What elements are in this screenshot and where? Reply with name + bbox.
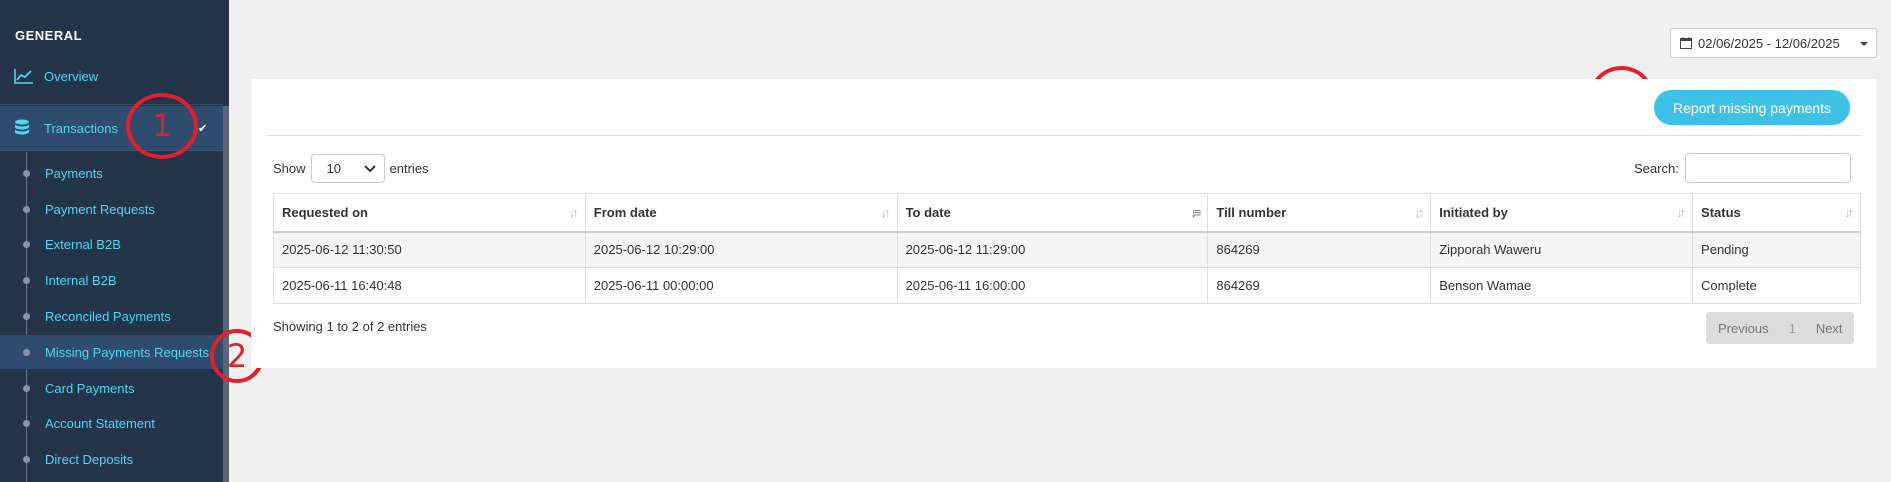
cell-initiated-by: Zipporah Waweru [1430,231,1694,268]
sort-icon: ↓↑ [880,205,891,220]
cell-from-date: 2025-06-12 10:29:00 [584,231,898,268]
search-input[interactable] [1684,153,1851,183]
caret-down-icon [1860,42,1868,46]
panel-divider [267,135,1861,136]
sidebar-item-label: Missing Payments Requests [45,344,210,360]
cell-requested-on: 2025-06-11 16:40:48 [273,267,586,304]
column-header-to-date[interactable]: To date ↓≡ [896,193,1209,233]
bullet-icon [23,349,30,356]
bullet-icon [23,313,30,320]
sidebar-scrollbar[interactable] [223,106,229,482]
bullet-icon [23,170,30,177]
search-control: Search: [1634,153,1851,183]
sidebar-item-direct-deposits[interactable]: Direct Deposits [0,442,223,476]
bullet-icon [23,420,30,427]
sort-icon: ↓↑ [1844,205,1854,220]
column-label: To date [905,204,951,220]
table-info: Showing 1 to 2 of 2 entries [273,319,427,334]
bullet-icon [23,456,30,463]
sidebar-item-external-b2b[interactable]: External B2B [0,227,223,261]
bullet-icon [23,385,30,392]
sidebar-item-label: Reconciled Payments [45,308,171,324]
column-header-from-date[interactable]: From date ↓↑ [584,193,898,233]
table-header-row: Requested on ↓↑ From date ↓↑ To date ↓≡ Til… [273,193,1861,233]
column-label: Status [1701,204,1741,220]
cell-status: Complete [1692,267,1861,304]
page-number-button[interactable]: 1 [1781,321,1804,336]
cell-to-date: 2025-06-12 11:29:00 [896,231,1209,268]
sidebar-item-overview[interactable]: Overview [14,64,98,88]
column-header-status[interactable]: Status ↓↑ [1692,193,1861,233]
column-label: Requested on [282,204,368,220]
cell-till-number: 864269 [1207,231,1432,268]
cell-initiated-by: Benson Wamae [1430,267,1694,304]
sidebar: GENERAL Overview Transactions ✔ Payments… [0,0,229,482]
sidebar-item-label: Card Payments [45,380,135,396]
sidebar-item-label: Account Statement [45,415,155,431]
pagination: Previous 1 Next [1706,312,1854,344]
sidebar-item-label: Overview [44,68,99,84]
cell-from-date: 2025-06-11 00:00:00 [584,267,898,304]
calendar-icon [1680,37,1692,49]
sidebar-item-reconciled-payments[interactable]: Reconciled Payments [0,299,223,333]
sidebar-item-label: Payments [45,165,103,181]
missing-payments-table: Requested on ↓↑ From date ↓↑ To date ↓≡ Til… [273,193,1861,304]
sidebar-item-label: Transactions [44,120,118,136]
report-missing-payments-button[interactable]: Report missing payments [1654,90,1850,125]
chevron-down-icon [363,165,376,173]
sort-icon: ↓↑ [1676,205,1686,220]
column-label: Initiated by [1439,204,1508,220]
next-page-button[interactable]: Next [1804,321,1855,336]
sort-icon: ↓↑ [568,205,579,220]
sidebar-item-internal-b2b[interactable]: Internal B2B [0,263,223,297]
date-range-picker[interactable]: 02/06/2025 - 12/06/2025 [1670,28,1877,58]
entries-label: entries [389,161,429,176]
column-label: Till number [1216,204,1287,220]
cell-to-date: 2025-06-11 16:00:00 [896,267,1209,304]
show-label: Show [273,161,306,176]
sidebar-item-payment-requests[interactable]: Payment Requests [0,192,223,226]
sidebar-section-general: GENERAL [15,28,83,43]
previous-page-button[interactable]: Previous [1706,321,1781,336]
search-label: Search: [1634,160,1679,176]
sidebar-item-account-statement[interactable]: Account Statement [0,406,223,440]
sidebar-item-label: External B2B [45,236,121,252]
column-header-initiated-by[interactable]: Initiated by ↓↑ [1430,193,1694,233]
sidebar-item-missing-payments-requests[interactable]: Missing Payments Requests [0,335,223,369]
column-label: From date [593,204,657,220]
column-header-requested-on[interactable]: Requested on ↓↑ [273,193,586,233]
sort-icon: ↓↑ [1414,205,1424,220]
main-panel: Report missing payments Show 10 entries … [251,79,1876,368]
bullet-icon [23,241,30,248]
table-row: 2025-06-12 11:30:50 2025-06-12 10:29:00 … [273,231,1861,268]
cell-status: Pending [1692,231,1861,268]
date-range-value: 02/06/2025 - 12/06/2025 [1698,35,1840,51]
sidebar-item-label: Direct Deposits [45,451,134,467]
sidebar-item-label: Internal B2B [45,272,117,288]
entries-select-value: 10 [326,161,341,176]
entries-length-control: Show 10 entries [273,154,429,183]
cell-till-number: 864269 [1207,267,1432,304]
line-chart-icon [14,69,33,84]
bullet-icon [23,206,30,213]
sidebar-item-card-payments[interactable]: Card Payments [0,371,223,405]
database-icon [15,119,29,135]
cell-requested-on: 2025-06-12 11:30:50 [273,231,586,268]
table-row: 2025-06-11 16:40:48 2025-06-11 00:00:00 … [273,267,1861,304]
bullet-icon [23,277,30,284]
annotation-marker-1: 1 [126,93,198,159]
sort-desc-icon: ↓≡ [1190,205,1201,220]
entries-select[interactable]: 10 [310,154,385,183]
sidebar-item-label: Payment Requests [45,201,155,217]
chevron-down-icon: ✔ [198,123,208,135]
sidebar-item-payments[interactable]: Payments [0,156,223,190]
column-header-till-number[interactable]: Till number ↓↑ [1207,193,1432,233]
